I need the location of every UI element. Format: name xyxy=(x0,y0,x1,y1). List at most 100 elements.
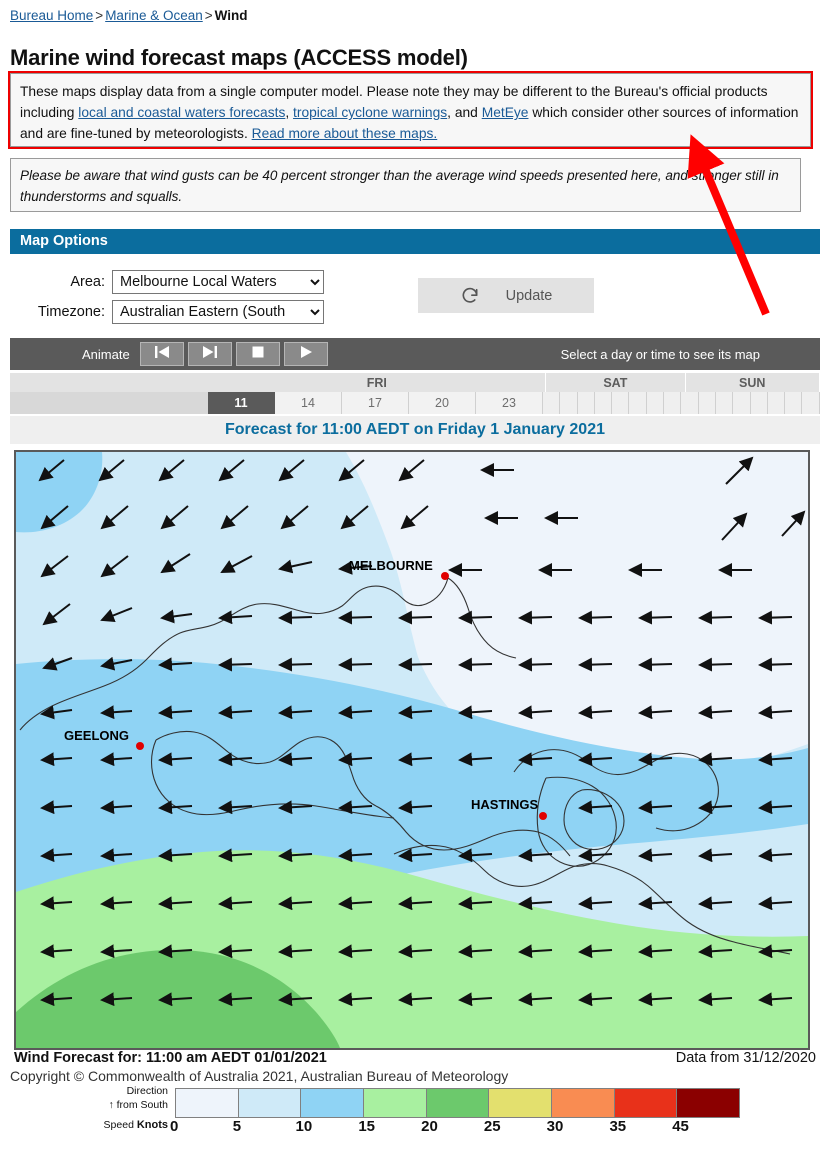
hour-tick-10[interactable] xyxy=(715,392,734,414)
wind-arrow xyxy=(518,610,553,625)
area-row: Area: Melbourne Local Waters xyxy=(20,270,324,294)
timezone-select[interactable]: Australian Eastern (South xyxy=(112,300,324,324)
link-local-coastal-waters-forecasts[interactable]: local and coastal waters forecasts xyxy=(78,105,285,120)
city-dot-melbourne xyxy=(441,572,449,580)
breadcrumb: Bureau Home > Marine & Ocean > Wind xyxy=(10,8,248,23)
map-options-form: Area: Melbourne Local Waters Timezone: A… xyxy=(0,262,830,330)
city-label-geelong: GEELONG xyxy=(64,728,129,743)
page-title: Marine wind forecast maps (ACCESS model) xyxy=(10,44,468,70)
hour-tick-4[interactable] xyxy=(612,392,630,414)
legend-swatch-20 xyxy=(426,1089,490,1117)
city-label-hastings: HASTINGS xyxy=(471,797,539,812)
area-select[interactable]: Melbourne Local Waters xyxy=(112,270,324,294)
wind-arrow xyxy=(458,657,493,672)
legend-swatch-15 xyxy=(364,1089,427,1117)
day-cell-sun[interactable]: SUN xyxy=(685,373,820,392)
day-cell-sat[interactable]: SAT xyxy=(546,373,686,392)
wind-arrow xyxy=(758,610,793,625)
update-button[interactable]: Update xyxy=(418,278,594,313)
legend-speed-prefix: Speed xyxy=(103,1119,137,1131)
wind-arrow xyxy=(278,657,313,672)
refresh-icon xyxy=(460,286,480,306)
hour-tick-11[interactable] xyxy=(733,392,751,414)
hour-tick-5[interactable] xyxy=(629,392,647,414)
stop-button[interactable] xyxy=(235,342,280,366)
legend-tick-45: 45 xyxy=(672,1118,689,1135)
city-dot-geelong xyxy=(136,742,144,750)
hour-cell-11[interactable]: 11 xyxy=(208,392,275,414)
link-tropical-cyclone-warnings[interactable]: tropical cyclone warnings xyxy=(293,105,447,120)
legend-direction-caption: Direction ↑ from South xyxy=(78,1084,168,1112)
animate-hint: Select a day or time to see its map xyxy=(560,346,760,362)
skip-to-start-icon xyxy=(154,345,170,364)
wind-arrow xyxy=(338,610,373,625)
area-label: Area: xyxy=(70,274,105,290)
hour-tick-0[interactable] xyxy=(543,392,561,414)
hour-tick-6[interactable] xyxy=(646,392,665,414)
wind-forecast-map[interactable]: MELBOURNE GEELONG HASTINGS xyxy=(14,450,810,1050)
skip-to-end-button[interactable] xyxy=(187,342,232,366)
wind-arrow xyxy=(218,657,253,672)
hour-tick-14[interactable] xyxy=(785,392,803,414)
hour-tick-13[interactable] xyxy=(767,392,786,414)
legend-swatch-0 xyxy=(176,1089,239,1117)
hour-tick-8[interactable] xyxy=(681,392,699,414)
breadcrumb-link-marine-ocean[interactable]: Marine & Ocean xyxy=(105,8,203,23)
day-cell-fri[interactable]: FRI xyxy=(208,373,547,392)
hour-tick-2[interactable] xyxy=(577,392,595,414)
play-icon xyxy=(299,345,313,364)
city-dot-hastings xyxy=(539,812,547,820)
stop-icon xyxy=(251,345,265,364)
wind-arrow xyxy=(638,657,673,672)
legend-tick-15: 15 xyxy=(358,1118,376,1135)
timeline-day-strip: FRI SAT SUN xyxy=(10,373,820,392)
wind-arrow xyxy=(398,657,433,672)
animate-label: Animate xyxy=(82,346,130,362)
wind-arrow xyxy=(398,610,433,625)
wind-arrow xyxy=(758,657,793,672)
link-read-more-about-these-maps[interactable]: Read more about these maps. xyxy=(252,126,438,141)
hour-tick-15[interactable] xyxy=(802,392,820,414)
hour-cell-14[interactable]: 14 xyxy=(275,392,342,414)
breadcrumb-link-bureau-home[interactable]: Bureau Home xyxy=(10,8,93,23)
play-button[interactable] xyxy=(283,342,328,366)
timezone-label: Timezone: xyxy=(37,304,105,320)
legend-tick-30: 30 xyxy=(546,1118,564,1135)
legend-tick-35: 35 xyxy=(609,1118,627,1135)
copyright-text: Copyright © Commonwealth of Australia 20… xyxy=(10,1068,509,1084)
hour-tick-7[interactable] xyxy=(664,392,682,414)
breadcrumb-separator-2: > xyxy=(204,8,213,23)
wind-arrow xyxy=(518,657,553,672)
legend-speed-unit: Knots xyxy=(136,1119,168,1131)
timeline-hour-strip: 11 14 17 20 23 xyxy=(10,392,820,414)
legend-tick-25: 25 xyxy=(483,1118,501,1135)
timezone-row: Timezone: Australian Eastern (South xyxy=(20,300,324,324)
wind-arrow xyxy=(338,657,373,672)
legend-tick-0: 0 xyxy=(170,1118,179,1135)
hour-tick-3[interactable] xyxy=(594,392,613,414)
legend-swatch-30 xyxy=(552,1089,615,1117)
hour-tick-1[interactable] xyxy=(560,392,578,414)
hour-tick-9[interactable] xyxy=(698,392,716,414)
disclaimer-box: These maps display data from a single co… xyxy=(10,73,811,147)
legend-tick-5: 5 xyxy=(232,1118,242,1135)
hour-cell-17[interactable]: 17 xyxy=(342,392,409,414)
legend-direction-line2: ↑ from South xyxy=(108,1099,168,1111)
wind-arrow xyxy=(698,610,733,625)
day-cell-empty xyxy=(10,373,209,392)
forecast-caption: Forecast for 11:00 AEDT on Friday 1 Janu… xyxy=(10,416,820,444)
wind-gust-note: Please be aware that wind gusts can be 4… xyxy=(10,158,801,212)
hour-tick-12[interactable] xyxy=(750,392,768,414)
wind-arrow xyxy=(698,657,733,672)
wind-arrow xyxy=(638,610,673,625)
hour-cell-20[interactable]: 20 xyxy=(409,392,476,414)
animate-toolbar: Animate Select a day or time to see its … xyxy=(10,338,820,370)
wind-arrow xyxy=(458,610,493,625)
map-canvas[interactable]: MELBOURNE GEELONG HASTINGS xyxy=(16,452,808,1048)
skip-to-start-button[interactable] xyxy=(139,342,184,366)
wind-arrow xyxy=(278,610,313,625)
hour-cell-23[interactable]: 23 xyxy=(476,392,543,414)
disclaimer-comma: , xyxy=(285,105,294,120)
link-meteye[interactable]: MetEye xyxy=(482,105,529,120)
wind-arrow xyxy=(578,610,613,625)
